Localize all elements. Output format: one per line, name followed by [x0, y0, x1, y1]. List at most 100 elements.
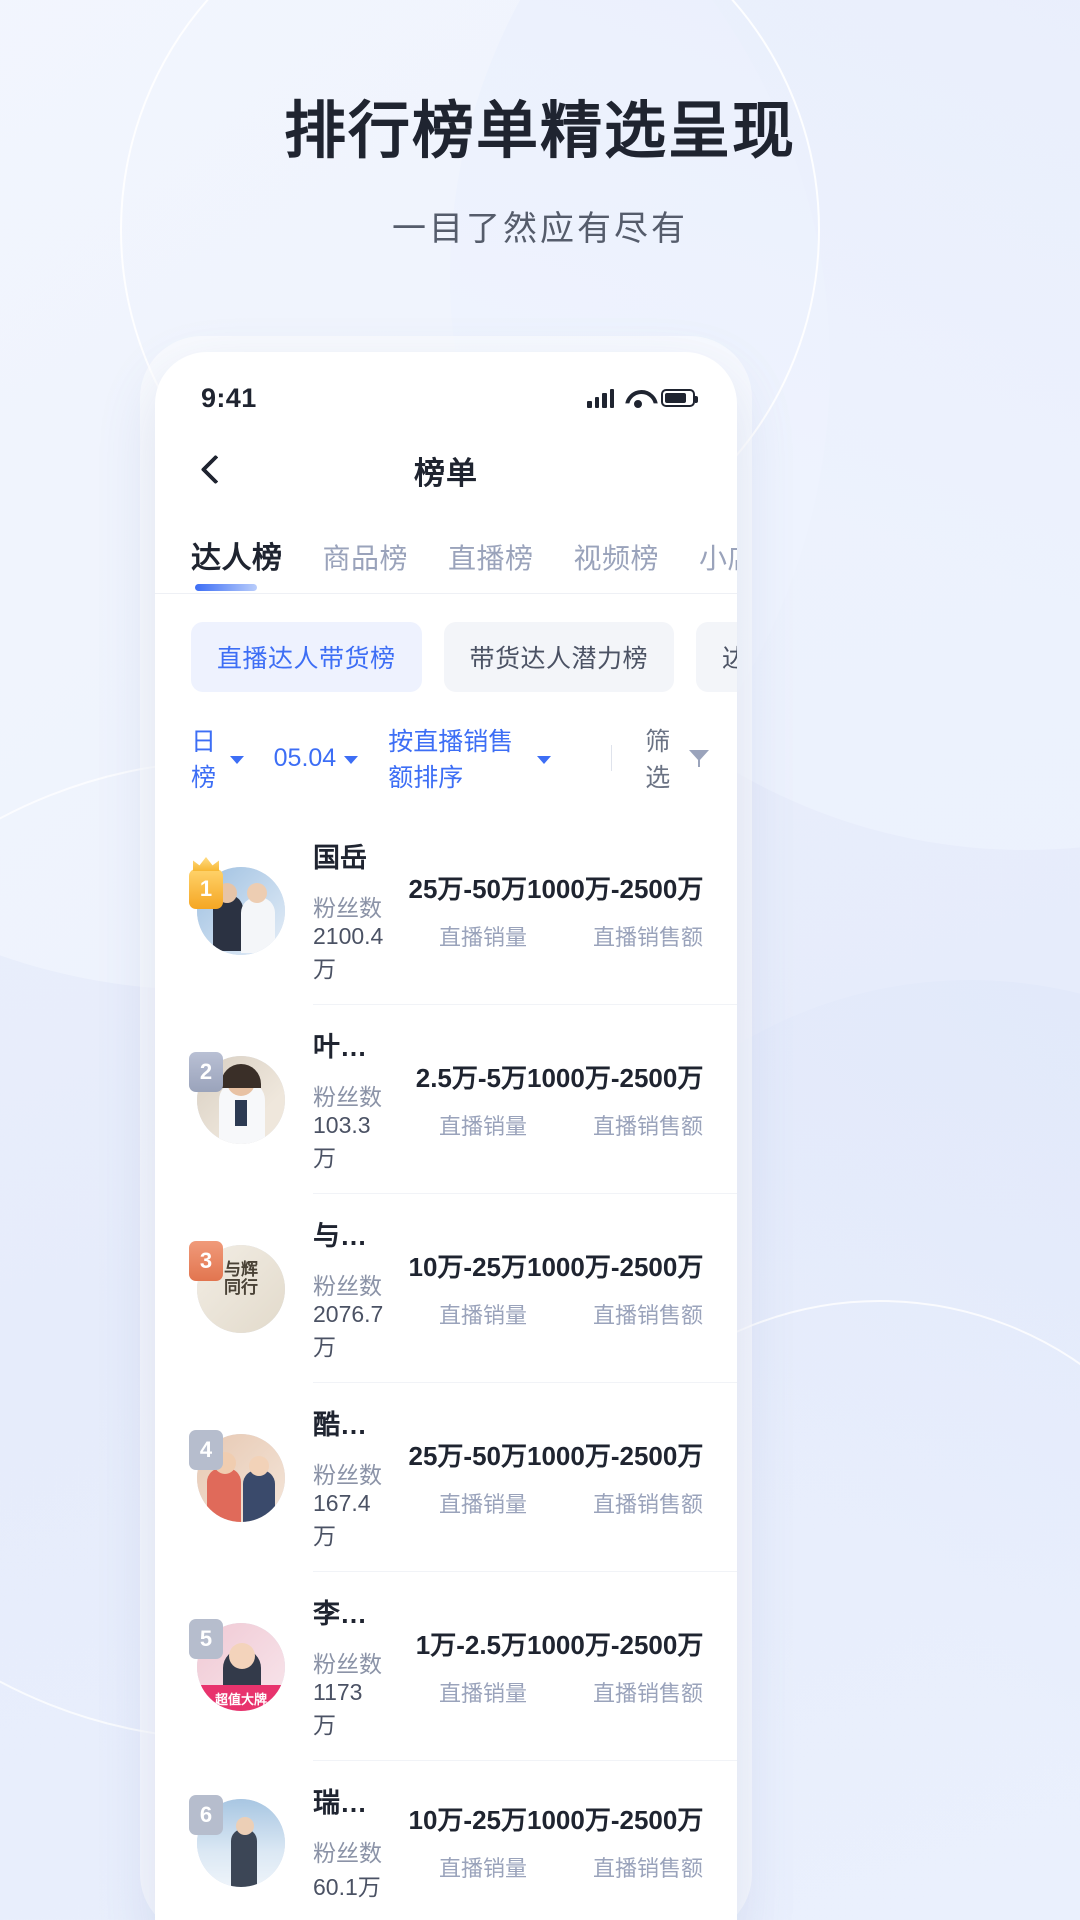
- battery-icon: [661, 389, 698, 407]
- fans-value: 2100.4万: [313, 923, 384, 982]
- metric-value: 1000万-2500万: [527, 1805, 704, 1835]
- metric-value: 10万-25万: [408, 1805, 528, 1835]
- metric-sales-volume: 1万-2.5万 直播销量: [385, 1625, 527, 1708]
- table-row[interactable]: 1 国岳 粉丝数 2100.4万 25万-50万 直播销量 1000万-2500…: [155, 816, 737, 1004]
- chip-daren-fans-growth[interactable]: 达人涨粉榜: [696, 622, 737, 692]
- metric-sales-volume: 25万-50万 直播销量: [385, 869, 528, 952]
- tab-shipin[interactable]: 视频榜: [574, 537, 660, 593]
- metric-label: 直播销售额: [592, 1302, 703, 1328]
- chip-row[interactable]: 直播达人带货榜 带货达人潜力榜 达人涨粉榜 达: [155, 594, 737, 718]
- phone-mockup: 9:41 榜单 达人榜 商品榜 直播榜 视频榜 小店榜 品牌榜: [155, 352, 737, 1920]
- metric-value: 1000万-2500万: [527, 1440, 704, 1471]
- tab-bar[interactable]: 达人榜 商品榜 直播榜 视频榜 小店榜 品牌榜: [155, 510, 737, 594]
- filter-date-label: 05.04: [273, 743, 337, 772]
- metric-sales-amount: 1000万-2500万 直播销售额: [527, 1436, 703, 1519]
- avatar-wrap: 4: [189, 1430, 285, 1524]
- fans-label: 粉丝数: [313, 1084, 382, 1110]
- metric-label: 直播销量: [438, 924, 527, 950]
- row-main: 叶可可🐳10号下午... 粉丝数 103.3万: [285, 1025, 385, 1173]
- ranking-list[interactable]: 1 国岳 粉丝数 2100.4万 25万-50万 直播销量 1000万-2500…: [155, 816, 737, 1920]
- metric-value: 10万-25万: [408, 1251, 528, 1282]
- table-row[interactable]: 与辉同行 3 与辉同行 粉丝数 2076.7万 10万-25万 直播销量 100…: [155, 1194, 737, 1382]
- tab-label: 商品榜: [322, 543, 409, 574]
- table-row[interactable]: 6 瑞瑞向前冲10号早... 粉丝数 60.1万 10万-25万 直播销量 10…: [155, 1761, 737, 1920]
- filter-button-label: 筛选: [645, 728, 671, 792]
- fans-label: 粉丝数: [313, 1462, 382, 1488]
- fans-value: 167.4万: [313, 1490, 371, 1549]
- avatar-wrap: 与辉 同行 3: [189, 1241, 285, 1335]
- metric-label: 直播销量: [438, 1856, 527, 1881]
- chip-daren-potential[interactable]: 带货达人潜力榜: [443, 622, 675, 692]
- filter-sort[interactable]: 按直播销售额排序: [388, 722, 551, 794]
- fans-label: 粉丝数: [313, 895, 382, 921]
- metric-value: 25万-50万: [408, 873, 528, 904]
- creator-name: 酷娃米大掌柜: [313, 1410, 385, 1440]
- metric-label: 直播销售额: [592, 1680, 703, 1706]
- fans-count: 粉丝数 2100.4万: [313, 889, 385, 984]
- wifi-icon: [625, 389, 650, 408]
- status-time: 9:41: [201, 382, 257, 413]
- rank-badge: 2: [189, 1052, 223, 1092]
- caret-down-icon: [229, 755, 244, 764]
- divider: [610, 745, 612, 771]
- fans-value: 60.1万: [313, 1874, 381, 1900]
- filter-period-label: 日榜: [191, 728, 217, 792]
- metric-value: 1000万-2500万: [527, 1629, 704, 1660]
- metric-label: 直播销售额: [592, 1856, 703, 1881]
- page-title: 排行榜单精选呈现: [283, 97, 796, 166]
- page-subtitle: 一目了然应有尽有: [392, 210, 688, 249]
- metric-value: 2.5万-5万: [415, 1062, 527, 1093]
- tab-daren[interactable]: 达人榜: [191, 533, 283, 593]
- metric-value: 1000万-2500万: [527, 1251, 704, 1282]
- metric-sales-volume: 25万-50万 直播销量: [385, 1436, 528, 1519]
- fans-label: 粉丝数: [313, 1840, 382, 1866]
- filter-date[interactable]: 05.04: [274, 744, 359, 773]
- metric-label: 直播销售额: [592, 1113, 703, 1139]
- table-row[interactable]: 4 酷娃米大掌柜 粉丝数 167.4万 25万-50万 直播销量 1000万-2…: [155, 1383, 737, 1571]
- row-main: 李小萌 粉丝数 1173万: [285, 1592, 385, 1740]
- row-main: 瑞瑞向前冲10号早... 粉丝数 60.1万: [285, 1781, 385, 1902]
- fans-value: 2076.7万: [313, 1301, 384, 1360]
- metric-value: 1万-2.5万: [415, 1629, 527, 1660]
- rank-badge: 1: [189, 869, 223, 909]
- metric-value: 25万-50万: [408, 1440, 528, 1471]
- metric-label: 直播销售额: [592, 1491, 703, 1517]
- metric-label: 直播销售额: [592, 924, 703, 950]
- tab-shangpin[interactable]: 商品榜: [323, 537, 409, 593]
- tab-zhibo[interactable]: 直播榜: [448, 537, 534, 593]
- creator-name: 瑞瑞向前冲10号早...: [313, 1788, 385, 1818]
- fans-count: 粉丝数 167.4万: [313, 1456, 385, 1551]
- table-row[interactable]: 2 叶可可🐳10号下午... 粉丝数 103.3万 2.5万-5万 直播销量 1…: [155, 1005, 737, 1193]
- metric-value: 1000万-2500万: [527, 1062, 704, 1093]
- signal-icon: [587, 388, 614, 408]
- fans-count: 粉丝数 103.3万: [313, 1078, 385, 1173]
- nav-title: 榜单: [414, 455, 478, 491]
- tab-label: 小店榜: [699, 543, 737, 574]
- fans-value: 1173万: [313, 1679, 363, 1738]
- filter-sort-label: 按直播销售额排序: [388, 728, 514, 792]
- filter-bar: 日榜 05.04 按直播销售额排序 筛选: [155, 718, 737, 816]
- avatar-wrap: 6: [189, 1794, 285, 1889]
- chip-live-daren-sales[interactable]: 直播达人带货榜: [191, 622, 422, 692]
- table-row[interactable]: 超值大牌 5 李小萌 粉丝数 1173万 1万-2.5万 直播销量 1000万-…: [155, 1572, 737, 1760]
- metric-label: 直播销量: [438, 1302, 527, 1328]
- caret-down-icon: [536, 755, 551, 764]
- creator-name: 与辉同行: [313, 1221, 385, 1251]
- funnel-icon: [689, 748, 709, 768]
- metric-label: 直播销量: [438, 1491, 527, 1517]
- status-icons: [587, 388, 698, 408]
- filter-period[interactable]: 日榜: [191, 722, 244, 794]
- filter-button[interactable]: 筛选: [645, 722, 709, 794]
- tab-xiaodian[interactable]: 小店榜: [699, 537, 737, 593]
- fans-count: 粉丝数 2076.7万: [313, 1267, 385, 1362]
- tab-label: 直播榜: [448, 543, 534, 574]
- metric-sales-volume: 10万-25万 直播销量: [385, 1247, 528, 1330]
- avatar-wrap: 超值大牌 5: [189, 1619, 285, 1713]
- creator-name: 国岳: [313, 843, 367, 873]
- promo-header: 排行榜单精选呈现 一目了然应有尽有: [0, 96, 1080, 250]
- row-main: 与辉同行 粉丝数 2076.7万: [285, 1214, 385, 1362]
- fans-count: 粉丝数 60.1万: [313, 1834, 385, 1902]
- metric-sales-amount: 1000万-2500万 直播销售额: [527, 1625, 703, 1708]
- metric-sales-amount: 1000万-2500万 直播销售额: [527, 1247, 703, 1330]
- metric-value: 1000万-2500万: [527, 873, 704, 904]
